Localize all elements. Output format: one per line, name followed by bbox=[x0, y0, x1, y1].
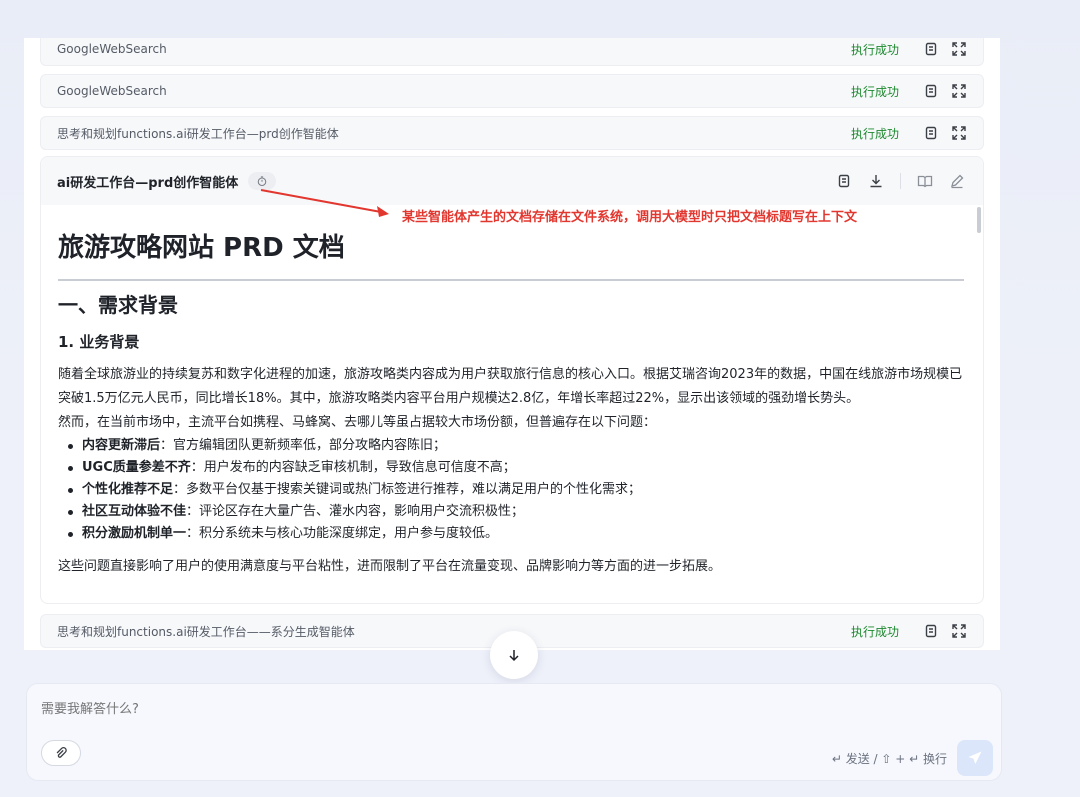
document-content: 旅游攻略网站 PRD 文档 一、需求背景 1. 业务背景 随着全球旅游业的持续复… bbox=[58, 213, 964, 579]
conversation-panel: GoogleWebSearch 执行成功 GoogleWebSearch 执行成… bbox=[24, 38, 1000, 650]
expand-icon[interactable] bbox=[951, 41, 967, 57]
list-item-text: ：积分系统未与核心功能深度绑定，用户参与度较低。 bbox=[186, 526, 499, 541]
list-item-text: ：多数平台仅基于搜索关键词或热门标签进行推荐，难以满足用户的个性化需求； bbox=[173, 482, 642, 497]
agent-title: ai研发工作台—prd创作智能体 bbox=[57, 175, 239, 191]
list-item-bold: UGC质量参差不齐 bbox=[82, 460, 191, 475]
list-item-bold: 内容更新滞后 bbox=[82, 438, 161, 453]
book-icon[interactable] bbox=[917, 173, 933, 189]
tool-call-status: 执行成功 bbox=[850, 84, 899, 99]
list-item: 内容更新滞后：官方编辑团队更新频率低，部分攻略内容陈旧； bbox=[66, 435, 964, 457]
subsection-heading: 1. 业务背景 bbox=[58, 333, 140, 351]
list-item: 社区互动体验不佳：评论区存在大量广告、灌水内容，影响用户交流积极性； bbox=[66, 501, 964, 523]
send-hint: ↵ 发送 / ⇧ + ↵ 换行 bbox=[831, 752, 947, 766]
scrollbar-thumb[interactable] bbox=[977, 207, 981, 233]
edit-icon[interactable] bbox=[949, 173, 965, 189]
expand-icon[interactable] bbox=[951, 623, 967, 639]
download-icon[interactable] bbox=[868, 173, 884, 189]
copy-icon[interactable] bbox=[923, 125, 939, 141]
list-item-bold: 社区互动体验不佳 bbox=[82, 504, 187, 519]
divider bbox=[58, 279, 964, 281]
expand-icon[interactable] bbox=[951, 125, 967, 141]
send-icon bbox=[968, 751, 982, 764]
list-item-bold: 积分激励机制单一 bbox=[82, 526, 187, 541]
copy-icon[interactable] bbox=[836, 173, 852, 189]
list-item-bold: 个性化推荐不足 bbox=[82, 482, 174, 497]
paragraph: 这些问题直接影响了用户的使用满意度与平台粘性，进而限制了平台在流量变现、品牌影响… bbox=[58, 559, 722, 574]
tool-call-status: 执行成功 bbox=[850, 126, 899, 141]
annotation-text: 某些智能体产生的文档存储在文件系统，调用大模型时只把文档标题写在上下文 bbox=[402, 210, 858, 225]
list-item-text: ：官方编辑团队更新频率低，部分攻略内容陈旧； bbox=[160, 438, 447, 453]
list-item: 积分激励机制单一：积分系统未与核心功能深度绑定，用户参与度较低。 bbox=[66, 523, 964, 545]
list-item-text: ：用户发布的内容缺乏审核机制，导致信息可信度不高； bbox=[190, 460, 516, 475]
tool-call-row[interactable]: GoogleWebSearch 执行成功 bbox=[40, 74, 984, 108]
scroll-to-bottom-button[interactable] bbox=[490, 631, 538, 679]
tool-call-name: GoogleWebSearch bbox=[57, 84, 167, 98]
tool-call-status: 执行成功 bbox=[850, 624, 899, 639]
expand-icon[interactable] bbox=[951, 83, 967, 99]
copy-icon[interactable] bbox=[923, 623, 939, 639]
paperclip-icon bbox=[56, 747, 67, 758]
tool-call-name: GoogleWebSearch bbox=[57, 42, 167, 56]
copy-icon[interactable] bbox=[923, 41, 939, 57]
annotation-arrow bbox=[260, 189, 389, 217]
list-item: UGC质量参差不齐：用户发布的内容缺乏审核机制，导致信息可信度不高； bbox=[66, 457, 964, 479]
tool-call-name: 思考和规划functions.ai研发工作台——系分生成智能体 bbox=[57, 624, 355, 639]
tool-call-row[interactable]: 思考和规划functions.ai研发工作台—prd创作智能体 执行成功 bbox=[40, 116, 984, 150]
paragraph: 然而，在当前市场中，主流平台如携程、马蜂窝、去哪儿等虽占据较大市场份额，但普遍存… bbox=[58, 415, 657, 430]
tool-call-name: 思考和规划functions.ai研发工作台—prd创作智能体 bbox=[57, 126, 339, 141]
arrow-down-icon bbox=[509, 650, 519, 662]
copy-icon[interactable] bbox=[923, 83, 939, 99]
list-item: 个性化推荐不足：多数平台仅基于搜索关键词或热门标签进行推荐，难以满足用户的个性化… bbox=[66, 479, 964, 501]
bullet-list: 内容更新滞后：官方编辑团队更新频率低，部分攻略内容陈旧； UGC质量参差不齐：用… bbox=[58, 435, 964, 545]
section-heading: 一、需求背景 bbox=[58, 293, 178, 317]
chat-composer: ↵ 发送 / ⇧ + ↵ 换行 bbox=[26, 683, 1002, 781]
document-card-header: ai研发工作台—prd创作智能体 bbox=[41, 157, 983, 205]
paragraph: 随着全球旅游业的持续复苏和数字化进程的加速，旅游攻略类内容成为用户获取旅行信息的… bbox=[58, 367, 963, 406]
send-button[interactable] bbox=[957, 740, 993, 776]
divider bbox=[900, 173, 901, 189]
tool-call-status: 执行成功 bbox=[850, 42, 899, 57]
tool-call-row[interactable]: GoogleWebSearch 执行成功 bbox=[40, 38, 984, 66]
chat-input[interactable] bbox=[41, 702, 641, 717]
list-item-text: ：评论区存在大量广告、灌水内容，影响用户交流积极性； bbox=[186, 504, 525, 519]
attach-button[interactable] bbox=[41, 740, 81, 766]
